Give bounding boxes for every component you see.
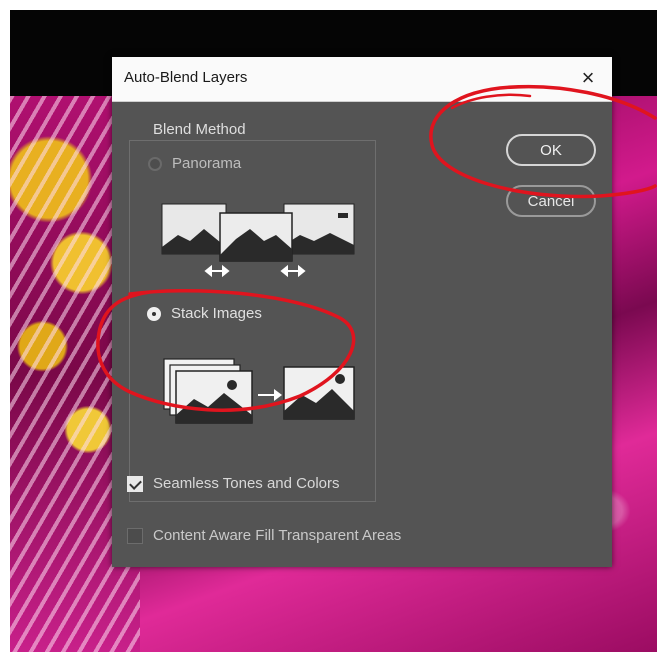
close-icon[interactable]: ×: [574, 64, 602, 92]
panorama-option[interactable]: Panorama: [148, 155, 241, 172]
resize-arrow-icon: [204, 264, 306, 278]
stack-images-label: Stack Images: [171, 305, 262, 322]
seamless-tones-checkbox[interactable]: Seamless Tones and Colors: [127, 475, 340, 492]
arrow-right-icon: [258, 389, 282, 401]
content-aware-fill-check[interactable]: [127, 527, 143, 544]
stack-images-radio[interactable]: [147, 306, 161, 321]
auto-blend-layers-dialog: Auto-Blend Layers × Blend Method Panoram…: [112, 57, 612, 567]
panorama-illustration-icon: [161, 203, 355, 278]
panorama-label: Panorama: [172, 155, 242, 172]
panorama-radio[interactable]: [148, 156, 162, 171]
dialog-title: Auto-Blend Layers: [124, 69, 248, 86]
stack-images-illustration-icon: [163, 358, 355, 424]
content-aware-fill-checkbox[interactable]: Content Aware Fill Transparent Areas: [127, 527, 401, 544]
seamless-tones-check[interactable]: [127, 475, 143, 492]
seamless-tones-label: Seamless Tones and Colors: [153, 475, 340, 492]
dialog-titlebar: Auto-Blend Layers ×: [112, 57, 612, 102]
content-aware-fill-label: Content Aware Fill Transparent Areas: [153, 527, 402, 544]
ok-button[interactable]: OK: [506, 134, 596, 166]
blend-method-legend: Blend Method: [145, 121, 254, 138]
stack-images-option[interactable]: Stack Images: [147, 305, 262, 322]
cancel-button[interactable]: Cancel: [506, 185, 596, 217]
